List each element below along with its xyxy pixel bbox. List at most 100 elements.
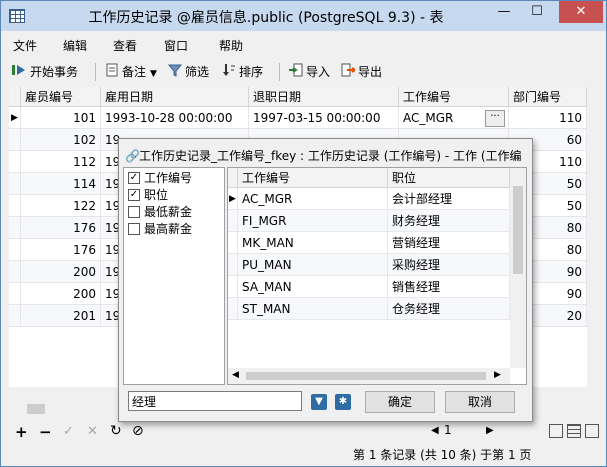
cancel-button[interactable]: 取消 bbox=[445, 391, 515, 413]
chevron-down-icon[interactable]: ▼ bbox=[150, 69, 157, 79]
import-label: 导入 bbox=[306, 65, 331, 79]
filter-icon[interactable]: ▼ bbox=[311, 394, 327, 410]
delete-record-button[interactable]: − bbox=[39, 423, 52, 441]
table-cell[interactable]: 102 bbox=[21, 129, 101, 151]
table-row[interactable]: SA_MAN 销售经理 bbox=[228, 276, 510, 298]
apply-changes-button[interactable]: ✓ bbox=[63, 424, 74, 439]
menu-file[interactable]: 文件 bbox=[13, 37, 37, 54]
table-row[interactable]: PU_MAN 采购经理 bbox=[228, 254, 510, 276]
table-cell[interactable]: 1997-03-15 00:00:00 bbox=[249, 107, 399, 129]
table-cell[interactable]: 销售经理 bbox=[388, 276, 510, 298]
row-header bbox=[228, 276, 238, 298]
field-option[interactable]: 最低薪金 bbox=[128, 204, 192, 220]
table-cell[interactable]: SA_MAN bbox=[238, 276, 388, 298]
table-cell[interactable]: 财务经理 bbox=[388, 210, 510, 232]
table-row[interactable]: ▶ AC_MGR 会计部经理 bbox=[228, 188, 510, 210]
column-header[interactable]: 部门编号 bbox=[509, 87, 587, 107]
checkbox[interactable] bbox=[128, 205, 140, 218]
table-cell[interactable]: 200 bbox=[21, 261, 101, 283]
table-icon bbox=[9, 9, 25, 23]
next-page-icon[interactable]: ▶ bbox=[486, 425, 494, 436]
menu-edit[interactable]: 编辑 bbox=[63, 37, 87, 54]
refresh-button[interactable]: ↻ bbox=[110, 423, 122, 439]
export-button[interactable]: 导出 bbox=[341, 63, 382, 81]
table-cell[interactable]: AC_MGR bbox=[238, 188, 388, 210]
previous-page-icon[interactable]: ◀ bbox=[431, 425, 439, 436]
column-header[interactable]: 工作编号 bbox=[238, 168, 388, 188]
column-header[interactable]: 退职日期 bbox=[249, 87, 399, 107]
column-header[interactable]: 工作编号 bbox=[399, 87, 509, 107]
field-option[interactable]: 最高薪金 bbox=[128, 221, 192, 237]
minimize-button[interactable]: — bbox=[488, 1, 520, 23]
discard-changes-button[interactable]: ✕ bbox=[87, 424, 98, 439]
field-checklist: ✓ 工作编号 ✓ 职位 最低薪金 最高薪金 bbox=[123, 167, 225, 385]
field-option[interactable]: ✓ 工作编号 bbox=[128, 170, 192, 186]
lookup-grid[interactable]: 工作编号 职位 ▶ AC_MGR 会计部经理 FI_MGR 财务经理 MK_MA… bbox=[227, 167, 527, 385]
menu-window[interactable]: 窗口 bbox=[164, 37, 188, 54]
horizontal-scrollbar[interactable]: ◀ ▶ bbox=[228, 368, 510, 384]
table-cell[interactable]: 营销经理 bbox=[388, 232, 510, 254]
table-row[interactable]: ST_MAN 仓务经理 bbox=[228, 298, 510, 320]
table-row[interactable]: ▶ 101 1993-10-28 00:00:00 1997-03-15 00:… bbox=[9, 107, 587, 129]
table-cell[interactable]: 112 bbox=[21, 151, 101, 173]
table-cell[interactable]: 114 bbox=[21, 173, 101, 195]
table-cell[interactable]: 101 bbox=[21, 107, 101, 129]
table-row[interactable]: MK_MAN 营销经理 bbox=[228, 232, 510, 254]
table-cell[interactable]: 仓务经理 bbox=[388, 298, 510, 320]
column-header[interactable]: 雇员编号 bbox=[21, 87, 101, 107]
table-cell[interactable]: 110 bbox=[509, 107, 587, 129]
form-view-icon[interactable] bbox=[567, 424, 581, 438]
scroll-thumb[interactable] bbox=[513, 186, 523, 274]
table-cell[interactable]: 176 bbox=[21, 217, 101, 239]
window-title: 工作历史记录 @雇员信息.public (PostgreSQL 9.3) - 表 bbox=[88, 10, 444, 26]
row-header bbox=[9, 195, 21, 217]
checkbox[interactable]: ✓ bbox=[128, 171, 140, 184]
vertical-scrollbar[interactable] bbox=[587, 87, 603, 387]
table-cell[interactable]: PU_MAN bbox=[238, 254, 388, 276]
text-view-icon[interactable] bbox=[585, 424, 599, 438]
column-header[interactable]: 雇用日期 bbox=[101, 87, 249, 107]
table-cell[interactable]: ST_MAN bbox=[238, 298, 388, 320]
table-cell[interactable]: 176 bbox=[21, 239, 101, 261]
checkbox[interactable] bbox=[128, 222, 140, 235]
maximize-button[interactable]: ☐ bbox=[521, 1, 553, 23]
checkbox[interactable]: ✓ bbox=[128, 188, 140, 201]
table-cell[interactable]: 122 bbox=[21, 195, 101, 217]
add-record-button[interactable]: + bbox=[15, 423, 28, 441]
menu-view[interactable]: 查看 bbox=[113, 37, 137, 54]
vertical-scrollbar[interactable] bbox=[510, 168, 526, 368]
search-input[interactable] bbox=[128, 391, 302, 411]
import-icon bbox=[289, 63, 303, 82]
row-header bbox=[9, 129, 21, 151]
scroll-thumb[interactable] bbox=[27, 404, 45, 414]
field-option-label: 职位 bbox=[144, 188, 169, 202]
table-cell[interactable]: AC_MGR ··· bbox=[399, 107, 509, 129]
table-cell[interactable]: 1993-10-28 00:00:00 bbox=[101, 107, 249, 129]
grid-view-icon[interactable] bbox=[549, 424, 563, 438]
lookup-ellipsis-button[interactable]: ··· bbox=[485, 110, 505, 127]
field-option[interactable]: ✓ 职位 bbox=[128, 187, 168, 203]
scroll-right-icon[interactable]: ▶ bbox=[494, 370, 501, 380]
import-button[interactable]: 导入 bbox=[289, 63, 330, 81]
ok-button[interactable]: 确定 bbox=[365, 391, 435, 413]
begin-transaction-button[interactable]: 开始事务 bbox=[11, 63, 78, 81]
table-cell[interactable]: 201 bbox=[21, 305, 101, 327]
column-header[interactable]: 职位 bbox=[388, 168, 510, 188]
scroll-thumb[interactable] bbox=[246, 372, 486, 380]
table-row[interactable]: FI_MGR 财务经理 bbox=[228, 210, 510, 232]
table-cell[interactable]: 会计部经理 bbox=[388, 188, 510, 210]
filter-button[interactable]: 筛选 bbox=[167, 63, 209, 81]
table-cell-value: AC_MGR bbox=[403, 111, 454, 125]
table-cell[interactable]: FI_MGR bbox=[238, 210, 388, 232]
table-cell[interactable]: 采购经理 bbox=[388, 254, 510, 276]
table-cell[interactable]: 200 bbox=[21, 283, 101, 305]
note-button[interactable]: 备注 ▼ bbox=[105, 63, 157, 81]
table-cell[interactable]: MK_MAN bbox=[238, 232, 388, 254]
sort-button[interactable]: 排序 bbox=[222, 63, 263, 81]
menu-help[interactable]: 帮助 bbox=[219, 37, 243, 54]
field-option-label: 最高薪金 bbox=[144, 222, 193, 236]
stop-button[interactable]: ⊘ bbox=[132, 423, 144, 439]
scroll-left-icon[interactable]: ◀ bbox=[232, 370, 239, 380]
close-button[interactable]: ✕ bbox=[559, 1, 603, 23]
clear-filter-icon[interactable]: ✱ bbox=[335, 394, 351, 410]
